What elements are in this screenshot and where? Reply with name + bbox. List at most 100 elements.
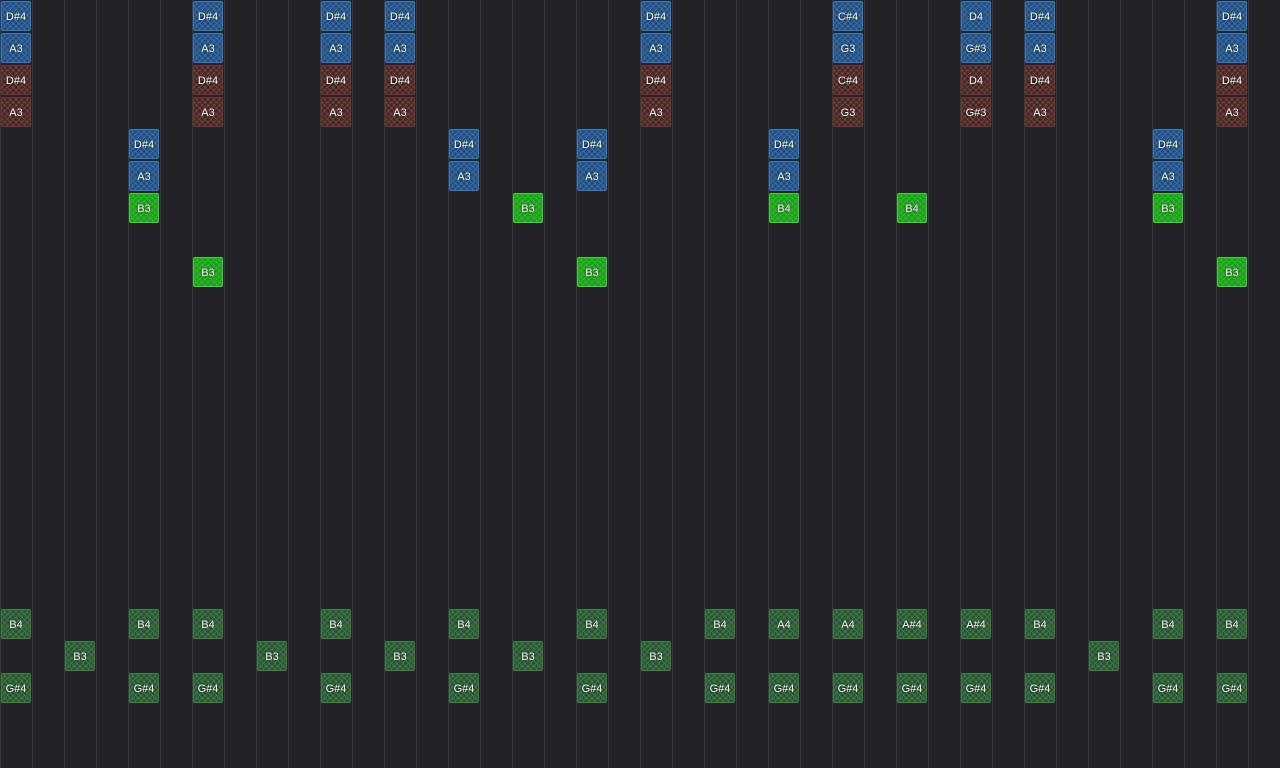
note-block[interactable]: D#4	[1025, 65, 1055, 95]
note-block[interactable]: G3	[833, 97, 863, 127]
note-block[interactable]: B3	[385, 641, 415, 671]
note-block[interactable]: D#4	[385, 65, 415, 95]
note-block[interactable]: D4	[961, 1, 991, 31]
note-block[interactable]: B3	[641, 641, 671, 671]
note-block[interactable]: G#3	[961, 97, 991, 127]
note-block[interactable]: B3	[193, 257, 223, 287]
note-block[interactable]: D#4	[1025, 1, 1055, 31]
note-block[interactable]: A#4	[897, 609, 927, 639]
note-block[interactable]: A3	[641, 97, 671, 127]
note-block[interactable]: B3	[577, 257, 607, 287]
note-block[interactable]: D#4	[1, 1, 31, 31]
note-block[interactable]: B4	[577, 609, 607, 639]
note-block[interactable]: A3	[385, 97, 415, 127]
note-block[interactable]: G#4	[833, 673, 863, 703]
note-block[interactable]: A3	[321, 97, 351, 127]
note-block[interactable]: A3	[1025, 33, 1055, 63]
note-block[interactable]: D#4	[449, 129, 479, 159]
note-block[interactable]: A4	[769, 609, 799, 639]
note-label: D#4	[5, 11, 27, 23]
note-block[interactable]: B3	[1089, 641, 1119, 671]
note-block[interactable]: D#4	[769, 129, 799, 159]
note-block[interactable]: C#4	[833, 65, 863, 95]
note-block[interactable]: G#4	[577, 673, 607, 703]
note-block[interactable]: A3	[321, 33, 351, 63]
note-block[interactable]: B4	[1217, 609, 1247, 639]
note-block[interactable]: A3	[769, 161, 799, 191]
note-block[interactable]: D#4	[1153, 129, 1183, 159]
note-block[interactable]: B4	[705, 609, 735, 639]
note-block[interactable]: A3	[1217, 97, 1247, 127]
note-block[interactable]: D#4	[641, 1, 671, 31]
note-block[interactable]: A3	[193, 97, 223, 127]
note-block[interactable]: G#4	[193, 673, 223, 703]
note-block[interactable]: G#4	[961, 673, 991, 703]
note-block[interactable]: B3	[65, 641, 95, 671]
note-block[interactable]: B3	[1217, 257, 1247, 287]
note-label: D#4	[773, 139, 795, 151]
note-block[interactable]: G#4	[321, 673, 351, 703]
note-block[interactable]: D#4	[1217, 1, 1247, 31]
note-block[interactable]: G#4	[1217, 673, 1247, 703]
note-label: A3	[329, 43, 343, 55]
note-block[interactable]: B4	[193, 609, 223, 639]
note-block[interactable]: G#4	[705, 673, 735, 703]
note-label: G#4	[1221, 683, 1243, 695]
note-block[interactable]: G#4	[769, 673, 799, 703]
note-block[interactable]: A3	[449, 161, 479, 191]
note-block[interactable]: B3	[1153, 193, 1183, 223]
note-block[interactable]: D#4	[577, 129, 607, 159]
note-block[interactable]: B4	[1153, 609, 1183, 639]
note-block[interactable]: B3	[513, 193, 543, 223]
note-block[interactable]: D#4	[321, 65, 351, 95]
note-label: A3	[457, 171, 471, 183]
note-block[interactable]: B3	[513, 641, 543, 671]
note-block[interactable]: G#4	[1025, 673, 1055, 703]
note-block[interactable]: D#4	[193, 1, 223, 31]
note-label: B4	[713, 619, 727, 631]
note-block[interactable]: A3	[193, 33, 223, 63]
note-block[interactable]: G#3	[961, 33, 991, 63]
note-block[interactable]: B4	[449, 609, 479, 639]
note-block[interactable]: B4	[129, 609, 159, 639]
note-block[interactable]: G#4	[129, 673, 159, 703]
note-block[interactable]: A3	[1025, 97, 1055, 127]
note-label: B3	[585, 267, 599, 279]
note-block[interactable]: C#4	[833, 1, 863, 31]
note-block[interactable]: B3	[257, 641, 287, 671]
note-block[interactable]: A3	[577, 161, 607, 191]
note-block[interactable]: D#4	[1, 65, 31, 95]
note-block[interactable]: G#4	[1153, 673, 1183, 703]
note-block[interactable]: B4	[1, 609, 31, 639]
note-block[interactable]: A4	[833, 609, 863, 639]
note-block[interactable]: A3	[385, 33, 415, 63]
note-block[interactable]: B4	[769, 193, 799, 223]
note-label: A3	[201, 107, 215, 119]
note-block[interactable]: G3	[833, 33, 863, 63]
note-label: D#4	[1157, 139, 1179, 151]
note-block[interactable]: G#4	[449, 673, 479, 703]
note-block[interactable]: B4	[897, 193, 927, 223]
note-block[interactable]: A3	[1153, 161, 1183, 191]
note-block[interactable]: D#4	[129, 129, 159, 159]
note-label: D#4	[325, 11, 347, 23]
note-block[interactable]: A#4	[961, 609, 991, 639]
note-block[interactable]: D#4	[321, 1, 351, 31]
note-block[interactable]: G#4	[1, 673, 31, 703]
note-block[interactable]: D#4	[385, 1, 415, 31]
note-block[interactable]: A3	[1, 97, 31, 127]
note-block[interactable]: B3	[129, 193, 159, 223]
note-block[interactable]: D#4	[1217, 65, 1247, 95]
note-block[interactable]: G#4	[897, 673, 927, 703]
note-block[interactable]: A3	[1217, 33, 1247, 63]
note-block[interactable]: D4	[961, 65, 991, 95]
note-block[interactable]: B4	[1025, 609, 1055, 639]
note-label: B3	[1097, 651, 1111, 663]
note-block[interactable]: A3	[129, 161, 159, 191]
note-block[interactable]: A3	[641, 33, 671, 63]
note-block[interactable]: A3	[1, 33, 31, 63]
note-block[interactable]: D#4	[641, 65, 671, 95]
note-block[interactable]: D#4	[193, 65, 223, 95]
note-grid[interactable]: D#4 A3 D#4 A3 B4 G#4 B3 D#4 A3 B3 B4 G#4 D#4 A3 D#4 A3 B…	[0, 0, 1280, 768]
note-block[interactable]: B4	[321, 609, 351, 639]
